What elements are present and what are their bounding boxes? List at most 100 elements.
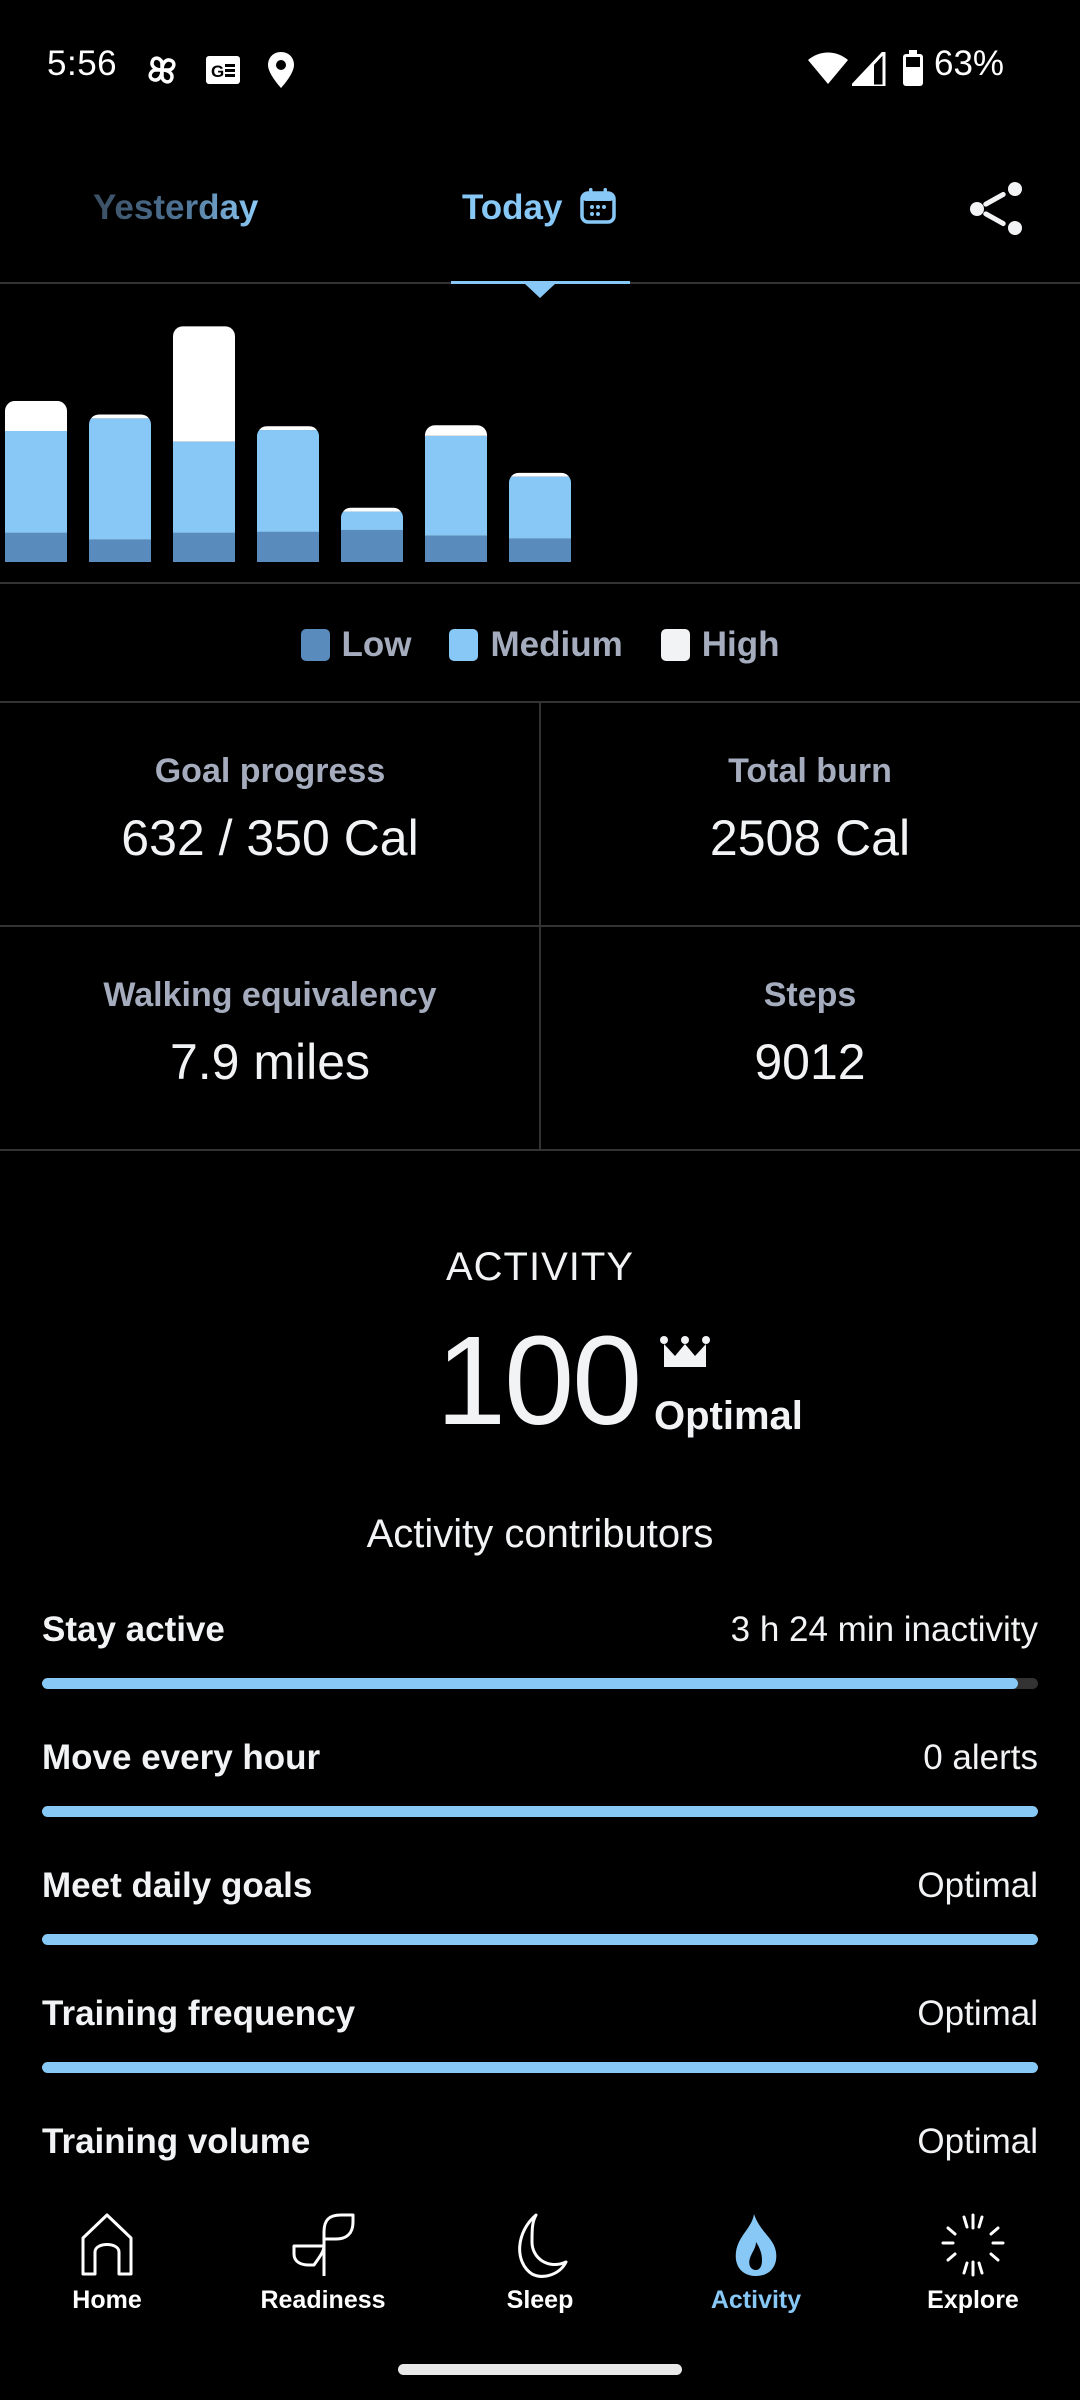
chart-bar[interactable] xyxy=(173,326,235,562)
share-icon xyxy=(970,182,1022,235)
stat-label: Steps xyxy=(763,976,857,1014)
chart-bar-segment-low xyxy=(341,529,403,562)
contributor-progress-fill xyxy=(42,1934,1038,1945)
chart-bar[interactable] xyxy=(89,414,151,562)
chart-bar[interactable] xyxy=(425,425,487,562)
contributor-value: Optimal xyxy=(917,1866,1038,1905)
contributors-title: Activity contributors xyxy=(366,1512,714,1556)
chart-bar-segment-high xyxy=(5,400,67,431)
moon-icon xyxy=(518,2213,568,2278)
chart-bar[interactable] xyxy=(509,472,571,562)
legend-item-high: High xyxy=(660,625,780,665)
legend-label: Medium xyxy=(490,625,623,664)
stat-value: 9012 xyxy=(754,1034,866,1090)
nav-home[interactable]: Home xyxy=(7,2190,207,2315)
legend-label: High xyxy=(701,625,780,664)
contributor-name: Training volume xyxy=(42,2122,311,2161)
contributor-progress-bar xyxy=(42,2062,1038,2073)
chart-bar-segment-low xyxy=(173,532,235,562)
nav-sleep[interactable]: Sleep xyxy=(440,2190,640,2315)
contributor-name: Meet daily goals xyxy=(42,1866,313,1905)
nav-explore[interactable]: Explore xyxy=(873,2190,1073,2315)
nav-activity[interactable]: Activity xyxy=(656,2190,856,2315)
home-indicator[interactable] xyxy=(398,2364,682,2375)
stat-value: 2508 Cal xyxy=(709,810,911,866)
stat-steps: Steps 9012 xyxy=(540,976,1080,1091)
legend-swatch-high xyxy=(660,629,690,661)
contributor-stay-active[interactable]: Stay active 3 h 24 min inactivity xyxy=(42,1610,1038,1689)
contributor-training-frequency[interactable]: Training frequency Optimal xyxy=(42,1994,1038,2073)
stat-label: Goal progress xyxy=(154,752,386,790)
sprout-icon xyxy=(292,2213,355,2276)
nav-readiness[interactable]: Readiness xyxy=(223,2190,423,2315)
tab-today[interactable]: Today xyxy=(462,188,562,228)
stat-label: Total burn xyxy=(728,752,892,790)
chart-bar-segment-medium xyxy=(341,511,403,530)
pinwheel-icon xyxy=(148,56,176,84)
chart-bar-segment-high xyxy=(89,414,151,419)
stat-value: 632 / 350 Cal xyxy=(121,810,419,866)
svg-text:G: G xyxy=(211,62,224,81)
legend-swatch-low xyxy=(300,629,330,661)
battery-percent: 63% xyxy=(934,44,1005,83)
share-button[interactable] xyxy=(960,178,1030,240)
activity-intensity-chart xyxy=(5,326,571,562)
bottom-navigation: Home Readiness Sleep Activity Explore xyxy=(0,2190,1080,2330)
contributor-name: Training frequency xyxy=(42,1994,356,2033)
legend-swatch-medium xyxy=(449,629,479,661)
chart-bar-segment-medium xyxy=(257,430,319,532)
nav-label: Sleep xyxy=(506,2286,574,2314)
chart-bar-segment-high xyxy=(173,326,235,442)
wifi-icon xyxy=(808,52,848,84)
contributor-progress-bar xyxy=(42,1934,1038,1945)
legend-item-medium: Medium xyxy=(449,625,623,665)
stat-total-burn: Total burn 2508 Cal xyxy=(540,752,1080,867)
crown-icon xyxy=(660,1336,710,1367)
location-pin-icon xyxy=(268,52,294,88)
stat-goal-progress: Goal progress 632 / 350 Cal xyxy=(0,752,540,867)
chart-legend: Low Medium High xyxy=(0,620,1080,670)
stat-label: Walking equivalency xyxy=(103,976,437,1014)
chart-bar-segment-medium xyxy=(425,435,487,536)
contributor-value: 0 alerts xyxy=(923,1738,1038,1777)
flame-icon xyxy=(735,2214,777,2276)
activity-score: 100 xyxy=(436,1310,642,1451)
battery-icon xyxy=(903,50,923,86)
chart-bar-segment-high xyxy=(425,425,487,436)
nav-label: Explore xyxy=(927,2286,1019,2314)
chart-divider xyxy=(0,582,1080,584)
contributor-progress-bar xyxy=(42,1806,1038,1817)
legend-item-low: Low xyxy=(300,625,411,665)
chart-bar-segment-high xyxy=(257,426,319,431)
activity-section-title: ACTIVITY xyxy=(445,1245,635,1289)
chart-bar-segment-medium xyxy=(509,476,571,539)
contributor-value: 3 h 24 min inactivity xyxy=(730,1610,1038,1649)
tab-indicator-arrow xyxy=(524,283,556,298)
chart-bar[interactable] xyxy=(5,400,67,562)
chart-bar-segment-low xyxy=(89,539,151,562)
chart-bar-segment-medium xyxy=(173,441,235,533)
nav-label: Home xyxy=(72,2286,142,2314)
sparkle-icon xyxy=(941,2213,1005,2277)
chart-bar-segment-medium xyxy=(5,431,67,533)
contributor-meet-daily-goals[interactable]: Meet daily goals Optimal xyxy=(42,1866,1038,1945)
calendar-icon[interactable] xyxy=(580,188,616,224)
nav-label: Activity xyxy=(710,2286,802,2314)
chart-bar-segment-medium xyxy=(89,418,151,540)
contributor-name: Move every hour xyxy=(42,1738,321,1777)
home-icon xyxy=(81,2213,133,2276)
status-time: 5:56 xyxy=(47,44,118,83)
chart-bar-segment-low xyxy=(257,531,319,562)
tab-yesterday[interactable]: Yesterday xyxy=(93,188,258,228)
contributor-value: Optimal xyxy=(917,1994,1038,2033)
contributor-name: Stay active xyxy=(42,1610,225,1649)
nav-label: Readiness xyxy=(260,2286,386,2314)
activity-status: Optimal xyxy=(654,1394,803,1438)
chart-bar-segment-low xyxy=(509,538,571,562)
chart-bar[interactable] xyxy=(341,507,403,562)
chart-bar-segment-low xyxy=(5,532,67,562)
contributor-progress-bar xyxy=(42,1678,1038,1689)
stat-walking-equivalency: Walking equivalency 7.9 miles xyxy=(0,976,540,1091)
chart-bar[interactable] xyxy=(257,426,319,562)
contributor-move-every-hour[interactable]: Move every hour 0 alerts xyxy=(42,1738,1038,1817)
